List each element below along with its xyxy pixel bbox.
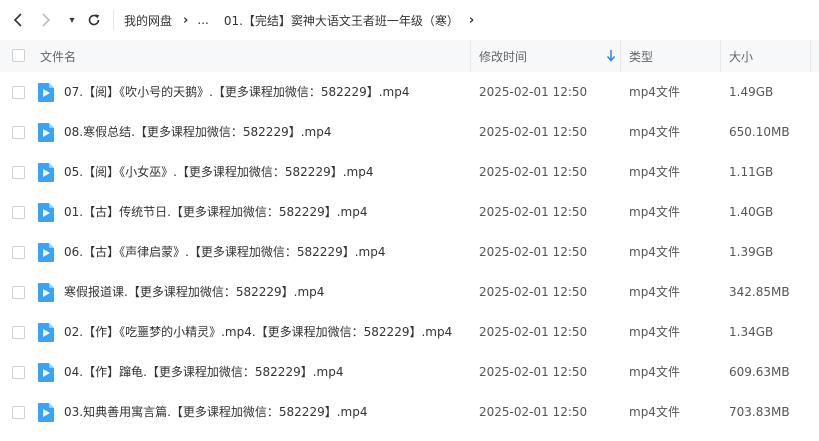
file-row[interactable]: 01.【古】传统节日.【更多课程加微信：582229】.mp4 2025-02-0… (0, 192, 819, 232)
navigation-bar: ▾ 我的网盘 › ... 01.【完结】窦神大语文王者班一年级（寒） › (0, 0, 819, 40)
breadcrumb: 我的网盘 › ... 01.【完结】窦神大语文王者班一年级（寒） › (124, 0, 474, 40)
back-button[interactable] (6, 8, 30, 32)
row-checkbox[interactable] (12, 126, 25, 139)
video-file-icon (38, 163, 54, 182)
row-checkbox[interactable] (12, 286, 25, 299)
history-dropdown-button[interactable]: ▾ (64, 8, 80, 32)
file-size: 1.11GB (729, 165, 774, 179)
video-file-icon (38, 123, 54, 142)
file-name[interactable]: 寒假报道课.【更多课程加微信：582229】.mp4 (64, 272, 324, 312)
refresh-button[interactable] (84, 8, 104, 32)
file-size: 1.40GB (729, 205, 774, 219)
file-modified-time: 2025-02-01 12:50 (479, 125, 588, 139)
row-checkbox[interactable] (12, 166, 25, 179)
column-header-type[interactable]: 类型 (629, 40, 653, 72)
file-type: mp4文件 (629, 365, 680, 379)
video-file-icon (38, 403, 54, 422)
file-modified-time: 2025-02-01 12:50 (479, 405, 588, 419)
file-row[interactable]: 03.知典善用寓言篇.【更多课程加微信：582229】.mp4 2025-02-0… (0, 392, 819, 432)
row-checkbox[interactable] (12, 406, 25, 419)
file-modified-time: 2025-02-01 12:50 (479, 285, 588, 299)
file-modified-time: 2025-02-01 12:50 (479, 245, 588, 259)
file-row[interactable]: 04.【作】蹿龟.【更多课程加微信：582229】.mp4 2025-02-01 … (0, 352, 819, 392)
file-type: mp4文件 (629, 285, 680, 299)
file-size: 650.10MB (729, 125, 790, 139)
row-checkbox[interactable] (12, 366, 25, 379)
file-type: mp4文件 (629, 405, 680, 419)
file-size: 1.39GB (729, 245, 774, 259)
column-header-name[interactable]: 文件名 (40, 40, 76, 72)
file-row[interactable]: 06.【古】《声律启蒙》.【更多课程加微信：582229】.mp4 2025-02… (0, 232, 819, 272)
file-row[interactable]: 02.【作】《吃噩梦的小精灵》.mp4.【更多课程加微信：582229】.mp4… (0, 312, 819, 352)
file-size: 342.85MB (729, 285, 790, 299)
column-divider[interactable] (470, 40, 471, 72)
video-file-icon (38, 243, 54, 262)
file-type: mp4文件 (629, 125, 680, 139)
file-type: mp4文件 (629, 165, 680, 179)
video-file-icon (38, 83, 54, 102)
breadcrumb-expand-icon[interactable]: › (469, 13, 474, 28)
column-divider[interactable] (720, 40, 721, 72)
file-name[interactable]: 06.【古】《声律启蒙》.【更多课程加微信：582229】.mp4 (64, 232, 385, 272)
file-row[interactable]: 寒假报道课.【更多课程加微信：582229】.mp4 2025-02-01 12:… (0, 272, 819, 312)
file-modified-time: 2025-02-01 12:50 (479, 85, 588, 99)
file-type: mp4文件 (629, 325, 680, 339)
file-type: mp4文件 (629, 205, 680, 219)
file-name[interactable]: 04.【作】蹿龟.【更多课程加微信：582229】.mp4 (64, 352, 343, 392)
select-all-checkbox[interactable] (12, 49, 25, 62)
breadcrumb-ellipsis[interactable]: ... (197, 13, 208, 27)
video-file-icon (38, 363, 54, 382)
column-divider[interactable] (810, 40, 811, 72)
file-modified-time: 2025-02-01 12:50 (479, 365, 588, 379)
file-name[interactable]: 05.【阅】《小女巫》.【更多课程加微信：582229】.mp4 (64, 152, 373, 192)
chevron-right-icon (42, 13, 51, 27)
file-modified-time: 2025-02-01 12:50 (479, 325, 588, 339)
file-name[interactable]: 08.寒假总结.【更多课程加微信：582229】.mp4 (64, 112, 331, 152)
row-checkbox[interactable] (12, 246, 25, 259)
file-row[interactable]: 05.【阅】《小女巫》.【更多课程加微信：582229】.mp4 2025-02-… (0, 152, 819, 192)
row-checkbox[interactable] (12, 326, 25, 339)
file-size: 609.63MB (729, 365, 790, 379)
refresh-icon (88, 14, 100, 26)
file-row[interactable]: 08.寒假总结.【更多课程加微信：582229】.mp4 2025-02-01 1… (0, 112, 819, 152)
breadcrumb-root[interactable]: 我的网盘 (124, 12, 172, 29)
column-header-time[interactable]: 修改时间 (479, 40, 527, 72)
breadcrumb-current[interactable]: 01.【完结】窦神大语文王者班一年级（寒） (224, 12, 459, 29)
file-name[interactable]: 01.【古】传统节日.【更多课程加微信：582229】.mp4 (64, 192, 367, 232)
video-file-icon (38, 203, 54, 222)
video-file-icon (38, 283, 54, 302)
column-header-size[interactable]: 大小 (729, 40, 753, 72)
row-checkbox[interactable] (12, 206, 25, 219)
file-list-header: 文件名 修改时间 类型 大小 (0, 40, 819, 72)
file-name[interactable]: 03.知典善用寓言篇.【更多课程加微信：582229】.mp4 (64, 392, 367, 432)
file-modified-time: 2025-02-01 12:50 (479, 205, 588, 219)
nav-divider (113, 10, 114, 30)
file-row[interactable]: 07.【阅】《吹小号的天鹅》.【更多课程加微信：582229】.mp4 2025-… (0, 72, 819, 112)
file-size: 1.34GB (729, 325, 774, 339)
video-file-icon (38, 323, 54, 342)
forward-button[interactable] (34, 8, 58, 32)
file-size: 1.49GB (729, 85, 774, 99)
caret-down-icon: ▾ (69, 14, 75, 26)
file-type: mp4文件 (629, 85, 680, 99)
chevron-left-icon (13, 13, 22, 27)
file-size: 703.83MB (729, 405, 790, 419)
column-divider[interactable] (620, 40, 621, 72)
file-name[interactable]: 07.【阅】《吹小号的天鹅》.【更多课程加微信：582229】.mp4 (64, 72, 409, 112)
file-modified-time: 2025-02-01 12:50 (479, 165, 588, 179)
file-type: mp4文件 (629, 245, 680, 259)
breadcrumb-separator-icon: › (183, 12, 189, 28)
file-name[interactable]: 02.【作】《吃噩梦的小精灵》.mp4.【更多课程加微信：582229】.mp4 (64, 312, 452, 352)
row-checkbox[interactable] (12, 86, 25, 99)
sort-descending-icon[interactable] (606, 49, 616, 63)
